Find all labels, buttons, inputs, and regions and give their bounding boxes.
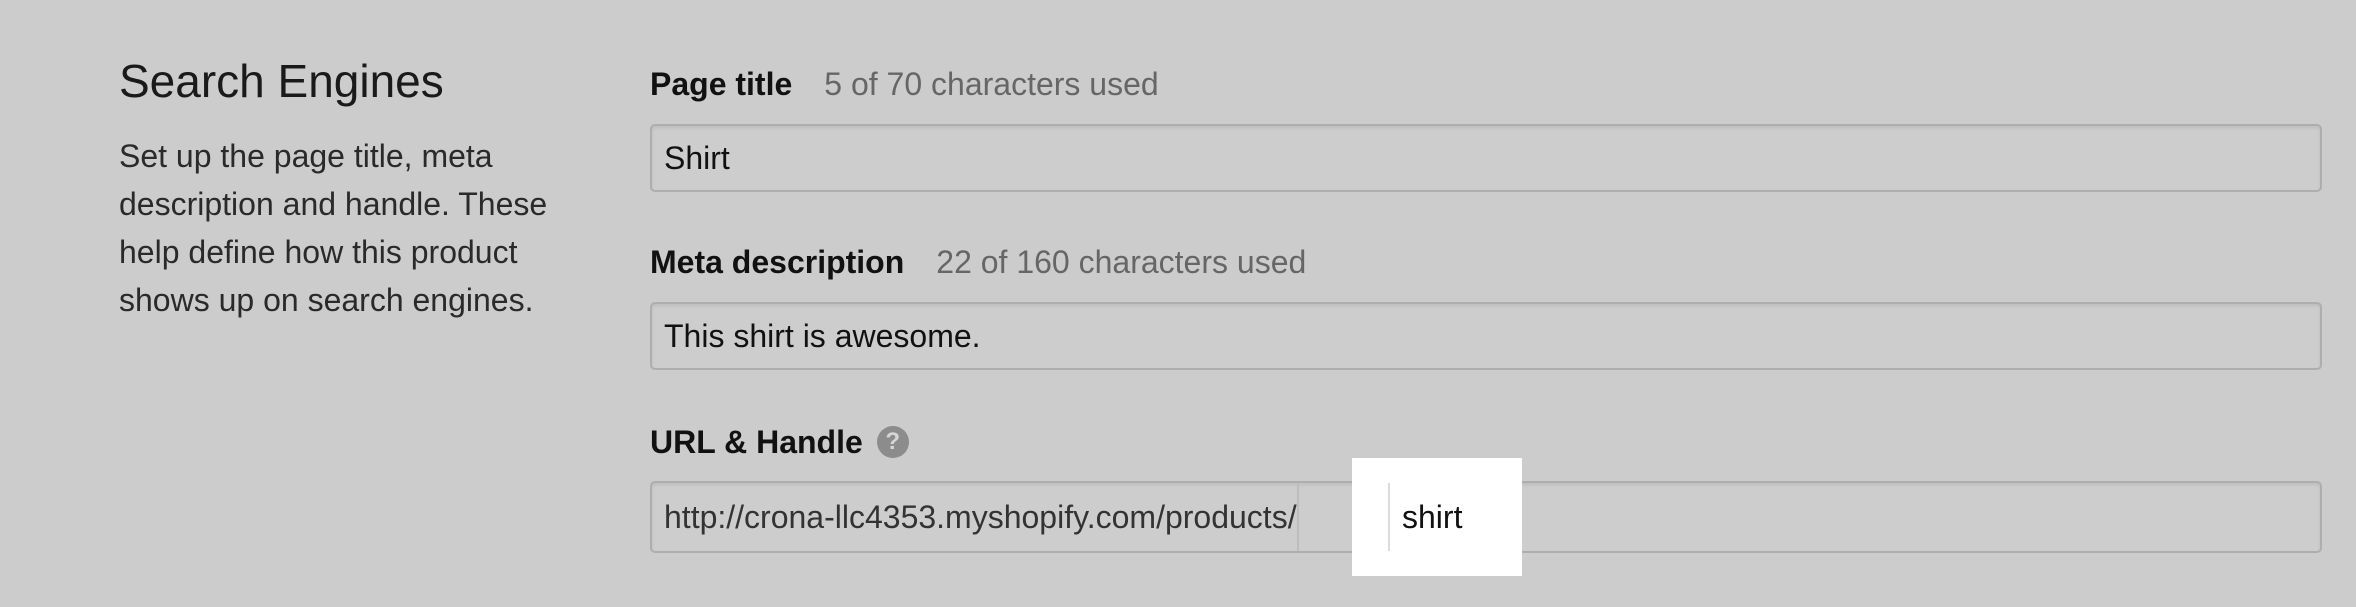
url-prefix: http://crona-llc4353.myshopify.com/produ…: [664, 498, 1297, 535]
meta-description-label: Meta description: [650, 243, 905, 280]
page-title-char-count: 5 of 70 characters used: [824, 65, 1159, 102]
url-handle-label-row: URL & Handle ?: [650, 418, 909, 466]
section-heading: Search Engines: [119, 55, 444, 107]
meta-description-char-count: 22 of 160 characters used: [936, 243, 1307, 280]
page-title-input[interactable]: [650, 124, 2322, 192]
handle-input[interactable]: shirt: [1388, 483, 1522, 551]
page-title-label-row: Page title 5 of 70 characters used: [650, 60, 1159, 108]
page-title-label: Page title: [650, 65, 793, 102]
section-description: Set up the page title, meta description …: [119, 138, 548, 318]
url-handle-label: URL & Handle: [650, 423, 863, 460]
url-separator: [1296, 483, 1299, 551]
question-circle-icon[interactable]: ?: [876, 426, 909, 458]
meta-description-label-row: Meta description 22 of 160 characters us…: [650, 238, 1306, 286]
meta-description-input[interactable]: [650, 302, 2322, 370]
